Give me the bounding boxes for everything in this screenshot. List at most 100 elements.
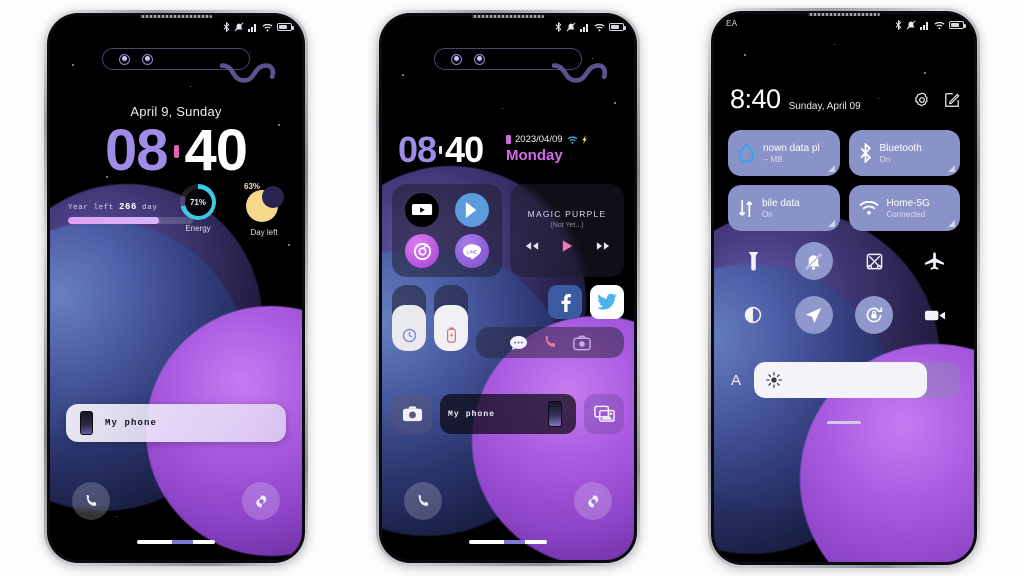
phone-shortcut[interactable] — [72, 482, 110, 520]
data-plan-status: -- MB — [763, 154, 783, 164]
year-left-prefix: Year left — [68, 204, 114, 212]
carrier-label: EA — [726, 19, 738, 28]
scissors-icon — [866, 253, 883, 270]
phone-2-home-screen: 08 40 2023/04/09 Monday LINE MAGIC PURPL… — [376, 10, 640, 566]
signal-icon — [920, 21, 930, 30]
svg-text:LINE: LINE — [467, 249, 477, 254]
wifi-icon — [934, 21, 945, 30]
clock-hours: 08 — [104, 118, 169, 183]
flashlight-icon — [748, 251, 758, 271]
expand-corner-icon[interactable] — [948, 220, 955, 227]
brightness-control[interactable]: A — [728, 362, 960, 398]
expand-corner-icon[interactable] — [948, 165, 955, 172]
airplane-toggle[interactable] — [916, 242, 954, 280]
twitter-icon[interactable] — [590, 285, 624, 319]
phone-shortcut[interactable] — [404, 482, 442, 520]
bluetooth-tile[interactable]: Bluetooth On — [848, 130, 960, 176]
auto-brightness-label[interactable]: A — [728, 372, 744, 389]
earpiece-speaker — [808, 13, 880, 16]
mobile-data-tile[interactable]: bile data On — [728, 185, 840, 231]
gear-icon[interactable] — [914, 92, 930, 108]
chrome-icon[interactable] — [405, 234, 440, 268]
bluetooth-icon — [895, 20, 902, 30]
bluetooth-status: On — [879, 154, 891, 164]
flashlight-toggle[interactable] — [734, 242, 772, 280]
home-day: Monday — [506, 147, 563, 164]
battery-icon — [277, 23, 294, 31]
battery-widget[interactable] — [434, 285, 468, 351]
home-indicator[interactable] — [469, 540, 547, 544]
status-bar — [382, 16, 634, 38]
line-icon[interactable]: LINE — [454, 234, 489, 268]
camera-icon[interactable] — [573, 335, 591, 351]
rotate-lock-icon — [866, 307, 883, 323]
data-drop-icon — [738, 143, 755, 163]
creature-eye-left — [119, 53, 130, 65]
dark-mode-toggle[interactable] — [734, 296, 772, 334]
play-icon[interactable] — [561, 239, 574, 253]
phone-icon — [86, 494, 96, 506]
edit-icon[interactable] — [944, 92, 960, 108]
status-bar — [50, 16, 302, 38]
next-icon[interactable] — [596, 241, 610, 251]
clock-separator — [439, 146, 443, 154]
settings-shortcut[interactable] — [574, 482, 612, 520]
earpiece-speaker — [472, 15, 544, 18]
camera-app[interactable] — [392, 394, 432, 434]
control-center-handle[interactable] — [827, 421, 861, 424]
notch-creature-widget[interactable] — [382, 44, 634, 86]
phone-1-screen: April 9, Sunday 08 40 Year left 266 day … — [50, 16, 302, 560]
lock-shortcuts — [50, 482, 302, 526]
bluetooth-icon — [555, 22, 562, 32]
notch-creature-widget[interactable] — [50, 44, 302, 86]
communication-bar — [476, 327, 624, 358]
wifi-tile[interactable]: Home-5G Connected — [848, 185, 960, 231]
quick-setting-tiles: nown data pl -- MB Bluetooth On bile dat… — [728, 130, 960, 231]
airplane-icon — [925, 252, 945, 270]
home-date-block: 2023/04/09 Monday — [506, 134, 588, 164]
phone-1-lock-screen: April 9, Sunday 08 40 Year left 266 day … — [44, 10, 308, 566]
settings-shortcut[interactable] — [242, 482, 280, 520]
previous-icon[interactable] — [525, 241, 539, 251]
creature-tail-icon — [552, 63, 608, 83]
energy-gauge: 71% Energy — [174, 184, 222, 237]
music-controls — [525, 239, 610, 253]
video-camera-icon — [924, 310, 946, 320]
location-icon — [806, 307, 822, 323]
bluetooth-title: Bluetooth — [879, 142, 922, 154]
play-store-icon[interactable] — [454, 193, 489, 227]
wifi-icon — [858, 200, 879, 216]
data-plan-tile[interactable]: nown data pl -- MB — [728, 130, 840, 176]
data-plan-title: nown data pl — [763, 142, 820, 154]
auto-rotate-toggle[interactable] — [855, 296, 894, 334]
silent-toggle[interactable] — [794, 242, 833, 280]
gear-icon — [255, 494, 267, 508]
youtube-icon[interactable] — [405, 193, 440, 227]
gallery-icon — [593, 405, 615, 422]
location-toggle[interactable] — [794, 296, 833, 334]
phone-thumbnail-icon — [80, 411, 93, 435]
messages-icon[interactable] — [509, 335, 528, 351]
expand-corner-icon[interactable] — [827, 165, 835, 172]
data-arrows-icon — [738, 199, 754, 218]
facebook-icon[interactable] — [548, 285, 582, 319]
brightness-slider[interactable] — [754, 362, 960, 398]
gallery-app[interactable] — [584, 394, 624, 434]
status-bar: EA — [714, 14, 974, 36]
toggles-row-2 — [728, 296, 960, 334]
moon-icon: 63% — [244, 182, 284, 224]
clock-widget[interactable] — [392, 285, 426, 351]
home-indicator[interactable] — [137, 540, 215, 544]
my-phone-card[interactable]: My phone — [440, 394, 576, 434]
screenshot-toggle[interactable] — [855, 242, 893, 280]
phone-icon[interactable] — [542, 334, 559, 351]
my-phone-card[interactable]: My phone — [66, 404, 286, 442]
bluetooth-icon — [859, 143, 872, 163]
music-widget[interactable]: MAGIC PURPLE (Not Yet...) — [510, 184, 624, 277]
expand-corner-icon[interactable] — [827, 220, 835, 227]
screen-record-toggle[interactable] — [916, 296, 954, 334]
battery-icon — [506, 135, 511, 144]
toggles-row-1 — [728, 242, 960, 280]
my-phone-label: My phone — [448, 409, 496, 419]
creature-eye-left — [451, 53, 462, 65]
